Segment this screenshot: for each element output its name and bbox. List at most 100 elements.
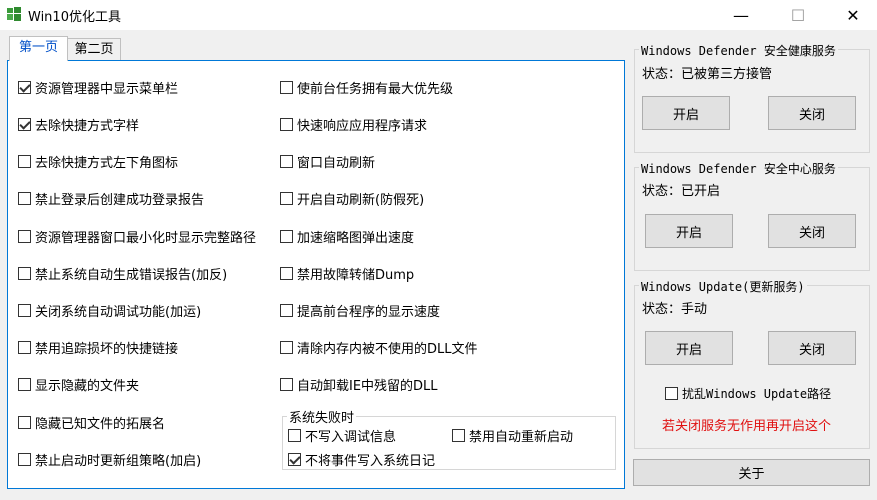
checkbox[interactable] <box>280 117 293 131</box>
close-icon: ✕ <box>846 5 860 25</box>
checkbox[interactable] <box>18 117 31 131</box>
checkbox[interactable] <box>280 340 293 354</box>
checkbox[interactable] <box>280 80 293 94</box>
option-disable-login-report[interactable]: 禁止登录后创建成功登录报告 <box>18 188 204 208</box>
checkbox[interactable] <box>18 266 31 280</box>
button-label: 关闭 <box>798 225 825 241</box>
option-label: 资源管理器窗口最小化时显示完整路径 <box>35 230 257 246</box>
windows-update-status: 状态：手动 <box>642 302 708 317</box>
app-icon <box>7 7 21 21</box>
checkbox[interactable] <box>18 191 31 205</box>
option-clear-unused-dll[interactable]: 清除内存内被不使用的DLL文件 <box>280 337 478 357</box>
option-label: 关闭系统自动调试功能(加运) <box>35 304 202 320</box>
windows-update-open-button[interactable]: 开启 <box>645 331 733 365</box>
option-show-full-path[interactable]: 资源管理器窗口最小化时显示完整路径 <box>18 226 256 246</box>
defender-center-open-button[interactable]: 开启 <box>645 214 733 248</box>
option-label: 禁用追踪损坏的快捷链接 <box>35 341 179 357</box>
button-label: 关闭 <box>798 342 825 358</box>
option-remove-shortcut-text[interactable]: 去除快捷方式字样 <box>18 114 139 134</box>
button-label: 开启 <box>675 225 702 241</box>
checkbox[interactable] <box>280 303 293 317</box>
option-label: 禁用自动重新启动 <box>469 429 574 445</box>
about-button[interactable]: 关于 <box>633 459 870 486</box>
checkbox[interactable] <box>665 386 678 400</box>
window-title: Win10优化工具 <box>28 10 121 25</box>
checkbox[interactable] <box>288 452 301 466</box>
option-label: 不将事件写入系统日记 <box>305 453 436 469</box>
option-disable-auto-debug[interactable]: 关闭系统自动调试功能(加运) <box>18 300 201 320</box>
option-label: 去除快捷方式左下角图标 <box>35 155 179 171</box>
warning-text: 若关闭服务无作用再开启这个 <box>662 419 832 434</box>
option-foreground-priority[interactable]: 使前台任务拥有最大优先级 <box>280 77 453 97</box>
option-label: 使前台任务拥有最大优先级 <box>297 81 454 97</box>
checkbox[interactable] <box>280 191 293 205</box>
checkbox[interactable] <box>280 266 293 280</box>
close-button[interactable]: ✕ <box>830 0 876 30</box>
checkbox[interactable] <box>18 154 31 168</box>
option-disable-auto-restart[interactable]: 禁用自动重新启动 <box>452 425 573 445</box>
option-label: 禁用故障转储Dump <box>297 267 415 283</box>
option-label: 显示隐藏的文件夹 <box>35 378 140 394</box>
option-label: 禁止登录后创建成功登录报告 <box>35 192 205 208</box>
option-disable-dump[interactable]: 禁用故障转储Dump <box>280 263 414 283</box>
option-disable-gpupdate[interactable]: 禁止启动时更新组策略(加启) <box>18 449 201 469</box>
option-label: 快速响应应用程序请求 <box>297 118 428 134</box>
button-label: 关闭 <box>798 107 825 123</box>
checkbox[interactable] <box>280 229 293 243</box>
defender-center-close-button[interactable]: 关闭 <box>768 214 856 248</box>
option-fast-response[interactable]: 快速响应应用程序请求 <box>280 114 427 134</box>
option-disable-error-report[interactable]: 禁止系统自动生成错误报告(加反) <box>18 263 227 283</box>
option-label: 隐藏已知文件的拓展名 <box>35 416 166 432</box>
option-fast-thumbnails[interactable]: 加速缩略图弹出速度 <box>280 226 414 246</box>
defender-health-open-button[interactable]: 开启 <box>642 96 730 130</box>
defender-center-status: 状态：已开启 <box>642 184 721 199</box>
defender-health-status: 状态：已被第三方接管 <box>642 67 773 82</box>
tab-panel: 资源管理器中显示菜单栏 去除快捷方式字样 去除快捷方式左下角图标 禁止登录后创建… <box>7 60 625 489</box>
option-auto-refresh[interactable]: 开启自动刷新(防假死) <box>280 188 424 208</box>
option-label: 禁止系统自动生成错误报告(加反) <box>35 267 228 283</box>
option-label: 窗口自动刷新 <box>297 155 376 171</box>
defender-health-title: Windows Defender 安全健康服务 <box>639 42 838 59</box>
option-remove-shortcut-arrow[interactable]: 去除快捷方式左下角图标 <box>18 151 178 171</box>
option-label: 扰乱Windows Update路径 <box>682 386 832 401</box>
checkbox[interactable] <box>18 303 31 317</box>
option-label: 不写入调试信息 <box>305 429 397 445</box>
checkbox[interactable] <box>18 340 31 354</box>
option-no-debug-info[interactable]: 不写入调试信息 <box>288 425 396 445</box>
option-scramble-update-path[interactable]: 扰乱Windows Update路径 <box>665 383 831 403</box>
option-window-refresh[interactable]: 窗口自动刷新 <box>280 151 375 171</box>
option-unload-ie-dll[interactable]: 自动卸载IE中残留的DLL <box>280 374 438 394</box>
tab-label: 第一页 <box>18 40 58 55</box>
minimize-button[interactable]: — <box>718 0 764 30</box>
defender-center-title: Windows Defender 安全中心服务 <box>639 160 838 177</box>
button-label: 关于 <box>738 467 765 482</box>
tab-page-1[interactable]: 第一页 <box>9 36 68 61</box>
checkbox[interactable] <box>452 428 465 442</box>
option-show-hidden-folders[interactable]: 显示隐藏的文件夹 <box>18 374 139 394</box>
maximize-button[interactable]: ☐ <box>775 0 821 30</box>
defender-health-close-button[interactable]: 关闭 <box>768 96 856 130</box>
option-label: 提高前台程序的显示速度 <box>297 304 441 320</box>
checkbox[interactable] <box>18 452 31 466</box>
checkbox[interactable] <box>18 377 31 391</box>
option-label: 禁止启动时更新组策略(加启) <box>35 453 202 469</box>
windows-update-close-button[interactable]: 关闭 <box>768 331 856 365</box>
tab-label: 第二页 <box>74 42 114 57</box>
option-label: 清除内存内被不使用的DLL文件 <box>297 341 478 357</box>
button-label: 开启 <box>672 107 699 123</box>
option-disable-link-tracking[interactable]: 禁用追踪损坏的快捷链接 <box>18 337 178 357</box>
checkbox[interactable] <box>18 229 31 243</box>
system-failure-title: 系统失败时 <box>287 407 357 426</box>
checkbox[interactable] <box>288 428 301 442</box>
checkbox[interactable] <box>280 154 293 168</box>
option-label: 去除快捷方式字样 <box>35 118 140 134</box>
option-show-menubar[interactable]: 资源管理器中显示菜单栏 <box>18 77 178 97</box>
option-no-event-log[interactable]: 不将事件写入系统日记 <box>288 449 435 469</box>
option-label: 自动卸载IE中残留的DLL <box>297 378 438 394</box>
option-foreground-speed[interactable]: 提高前台程序的显示速度 <box>280 300 440 320</box>
tab-page-2[interactable]: 第二页 <box>67 38 121 61</box>
checkbox[interactable] <box>280 377 293 391</box>
checkbox[interactable] <box>18 80 31 94</box>
option-hide-extensions[interactable]: 隐藏已知文件的拓展名 <box>18 412 165 432</box>
checkbox[interactable] <box>18 415 31 429</box>
